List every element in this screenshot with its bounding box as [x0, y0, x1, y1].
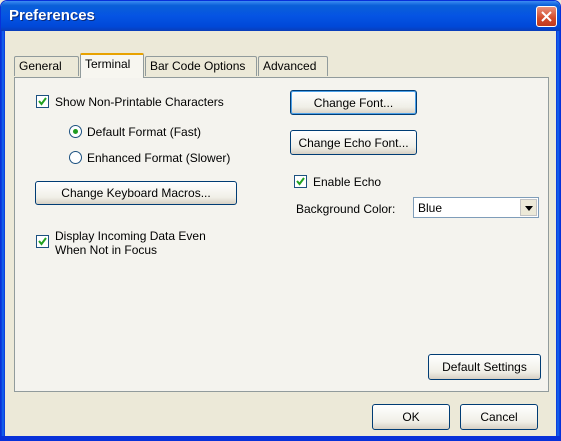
- tab-terminal[interactable]: Terminal: [80, 53, 144, 78]
- cancel-button[interactable]: Cancel: [460, 404, 538, 430]
- window-border-bottom: [1, 436, 560, 440]
- background-color-select[interactable]: Blue: [413, 197, 539, 218]
- terminal-panel: Show Non-Printable Characters Default Fo…: [14, 77, 549, 392]
- enhanced-format-radio[interactable]: [69, 151, 82, 164]
- close-button[interactable]: [536, 6, 557, 27]
- background-color-value: Blue: [418, 201, 443, 215]
- default-format-label: Default Format (Fast): [87, 125, 202, 139]
- title-bar[interactable]: Preferences: [1, 1, 560, 31]
- window-title: Preferences: [9, 7, 95, 24]
- change-echo-font-button[interactable]: Change Echo Font...: [290, 130, 417, 155]
- dropdown-arrow-button[interactable]: [520, 199, 537, 216]
- window-border-right: [556, 31, 560, 440]
- display-incoming-checkbox[interactable]: [36, 235, 49, 248]
- checkmark-icon: [38, 97, 47, 106]
- display-incoming-label-line1: Display Incoming Data Even: [55, 229, 206, 243]
- preferences-window: Preferences General Terminal Bar Code Op…: [0, 0, 561, 441]
- display-incoming-label-line2: When Not in Focus: [55, 243, 158, 257]
- radio-selected-dot: [73, 129, 78, 134]
- show-nonprintable-checkbox[interactable]: [36, 95, 49, 108]
- enable-echo-label: Enable Echo: [313, 175, 382, 189]
- change-font-button[interactable]: Change Font...: [290, 90, 417, 115]
- tab-bar-code-options[interactable]: Bar Code Options: [145, 56, 257, 76]
- change-keyboard-macros-button[interactable]: Change Keyboard Macros...: [35, 181, 237, 205]
- close-icon: [541, 11, 552, 22]
- enhanced-format-label: Enhanced Format (Slower): [87, 151, 231, 165]
- checkmark-icon: [38, 237, 47, 246]
- default-format-radio[interactable]: [69, 125, 82, 138]
- enable-echo-checkbox[interactable]: [294, 175, 307, 188]
- default-settings-button[interactable]: Default Settings: [428, 354, 541, 380]
- ok-button[interactable]: OK: [372, 404, 450, 430]
- tab-advanced[interactable]: Advanced: [258, 56, 328, 76]
- chevron-down-icon: [525, 206, 533, 211]
- tab-general[interactable]: General: [14, 56, 79, 76]
- checkmark-icon: [296, 177, 305, 186]
- show-nonprintable-label: Show Non-Printable Characters: [55, 95, 224, 109]
- background-color-label: Background Color:: [296, 202, 396, 216]
- window-border-left: [1, 31, 5, 440]
